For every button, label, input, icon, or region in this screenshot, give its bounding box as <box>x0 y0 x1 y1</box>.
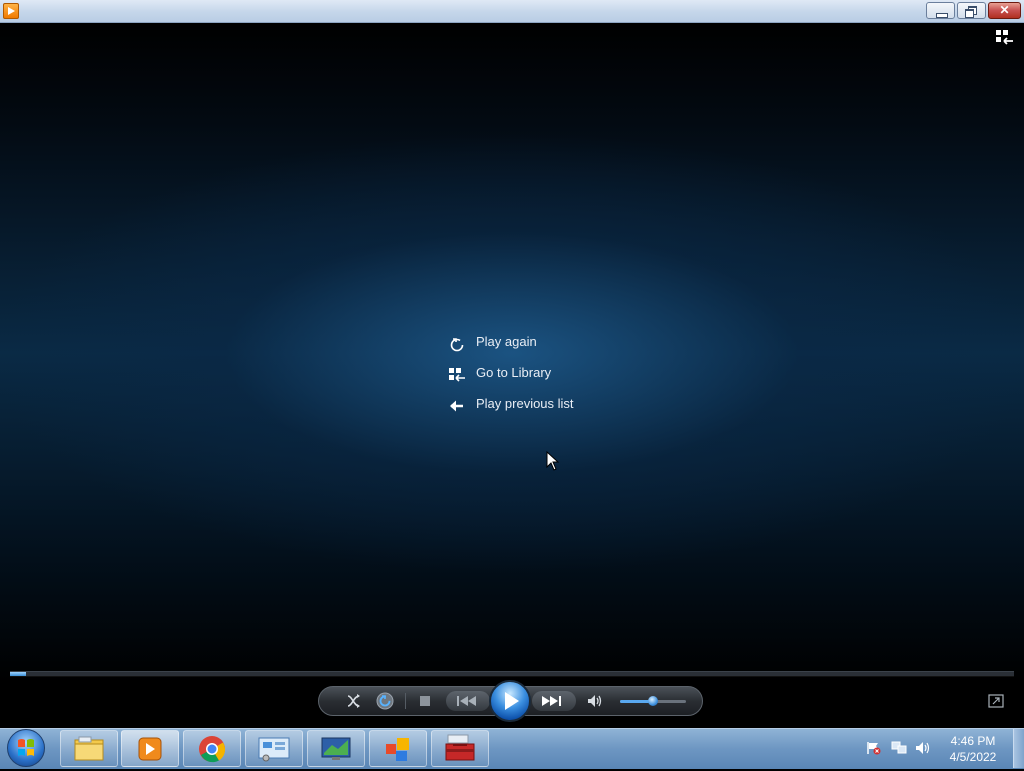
repeat-icon <box>376 692 394 710</box>
taskbar-windows-media-player[interactable] <box>121 730 179 767</box>
fullscreen-button[interactable] <box>988 694 1004 708</box>
taskbar-office[interactable] <box>369 730 427 767</box>
previous-button[interactable] <box>446 691 490 711</box>
title-bar[interactable] <box>0 0 1024 23</box>
go-to-library-label: Go to Library <box>476 365 552 380</box>
library-grid-icon <box>448 366 466 382</box>
taskbar-toolbox[interactable] <box>431 730 489 767</box>
control-panel-icon <box>258 737 290 762</box>
windows-explorer-icon <box>74 736 104 761</box>
taskbar-windows-explorer[interactable] <box>60 730 118 767</box>
toolbox-icon <box>445 734 475 761</box>
taskbar-remote-desktop[interactable] <box>307 730 365 767</box>
clock-time: 4:46 PM <box>950 734 996 748</box>
taskbar-chrome[interactable] <box>183 730 241 767</box>
next-button[interactable] <box>532 691 576 711</box>
clock-date: 4/5/2022 <box>949 750 997 764</box>
minimize-button[interactable] <box>926 2 955 19</box>
next-icon <box>542 696 561 706</box>
speaker-icon[interactable] <box>915 741 931 755</box>
play-previous-list-item[interactable]: Play previous list <box>448 394 618 416</box>
go-to-library-item[interactable]: Go to Library <box>448 363 618 385</box>
play-again-item[interactable]: Play again <box>448 332 618 354</box>
office-icon <box>386 738 409 761</box>
windows-media-player-icon <box>138 737 162 761</box>
stop-button[interactable] <box>417 691 433 711</box>
close-button[interactable] <box>988 2 1021 19</box>
repeat-button[interactable] <box>375 691 395 711</box>
remote-desktop-icon <box>321 737 351 760</box>
system-clock[interactable]: 4:46 PM 4/5/2022 <box>944 733 1002 765</box>
play-again-label: Play again <box>476 334 537 349</box>
seek-bar-progress <box>10 672 27 676</box>
shuffle-icon <box>347 694 360 708</box>
windows-logo-icon <box>18 739 34 756</box>
volume-slider[interactable] <box>620 696 686 706</box>
play-button[interactable] <box>489 680 531 722</box>
restore-button[interactable] <box>957 2 986 19</box>
volume-slider-handle[interactable] <box>648 696 658 706</box>
fullscreen-icon <box>988 694 1004 708</box>
network-icon[interactable] <box>891 741 907 755</box>
action-center-flag-icon[interactable] <box>866 741 882 755</box>
play-previous-list-label: Play previous list <box>476 396 574 411</box>
show-desktop-button[interactable] <box>1013 729 1024 768</box>
switch-to-library-icon[interactable] <box>996 30 1014 46</box>
previous-icon <box>457 696 476 706</box>
seek-bar[interactable] <box>10 671 1014 677</box>
chrome-icon <box>199 736 226 763</box>
stop-icon <box>420 696 430 706</box>
media-player-icon[interactable] <box>3 3 19 19</box>
replay-icon <box>448 335 466 352</box>
play-icon <box>505 692 519 710</box>
back-arrow-icon <box>448 397 466 413</box>
taskbar-control-panel[interactable] <box>245 730 303 767</box>
shuffle-button[interactable] <box>344 691 364 711</box>
mute-button[interactable] <box>586 691 604 711</box>
volume-icon <box>588 695 602 707</box>
start-button[interactable] <box>7 729 45 767</box>
separator <box>405 693 406 709</box>
mouse-cursor-icon <box>546 450 560 476</box>
